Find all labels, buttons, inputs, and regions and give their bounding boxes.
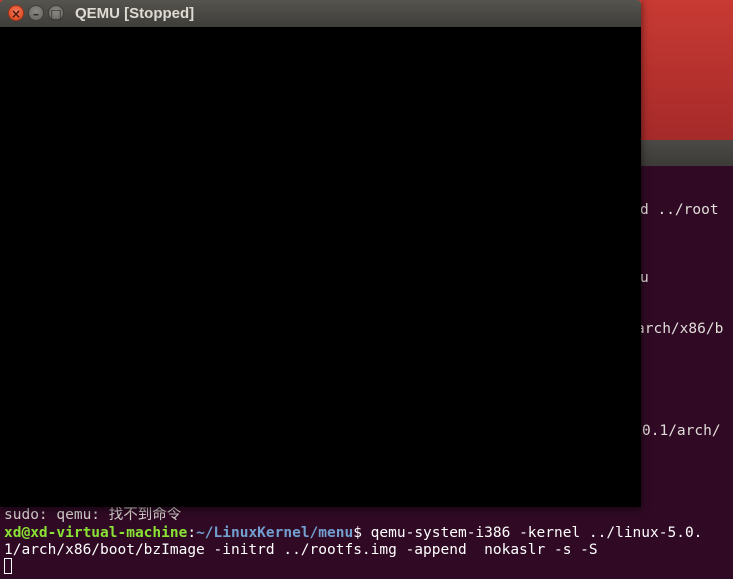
window-title: QEMU [Stopped] [75, 5, 195, 22]
terminal-output-fragment: u [640, 270, 649, 286]
sudo-error-message: sudo: qemu: 找不到命令 [4, 507, 182, 523]
qemu-display[interactable] [0, 27, 641, 507]
terminal-output-fragment: 0.1/arch/ [642, 423, 721, 439]
command-text: qemu-system-i386 -kernel ../linux-5.0. [361, 525, 703, 541]
minimize-icon: – [33, 7, 39, 21]
close-icon: × [10, 7, 22, 21]
qemu-window: × – □ QEMU [Stopped] [0, 0, 641, 507]
maximize-button[interactable]: □ [48, 5, 64, 21]
qemu-titlebar[interactable]: × – □ QEMU [Stopped] [0, 0, 641, 28]
terminal-output-fragment: arch/x86/b [636, 321, 724, 337]
prompt-separator: : [187, 525, 197, 541]
prompt-path: ~/LinuxKernel/menu [196, 525, 354, 541]
prompt-symbol: $ [353, 525, 362, 541]
minimize-button[interactable]: – [28, 5, 44, 21]
prompt-user: xd@xd-virtual-machine [4, 525, 188, 541]
command-continuation: 1/arch/x86/boot/bzImage -initrd ../rootf… [4, 542, 598, 558]
terminal-cursor [4, 558, 12, 574]
close-button[interactable]: × [8, 5, 24, 21]
screen: d ../root u arch/x86/b 0.1/arch/ sudo: q… [0, 0, 733, 579]
maximize-icon: □ [50, 7, 62, 21]
terminal-output-fragment: d ../root [640, 202, 719, 218]
